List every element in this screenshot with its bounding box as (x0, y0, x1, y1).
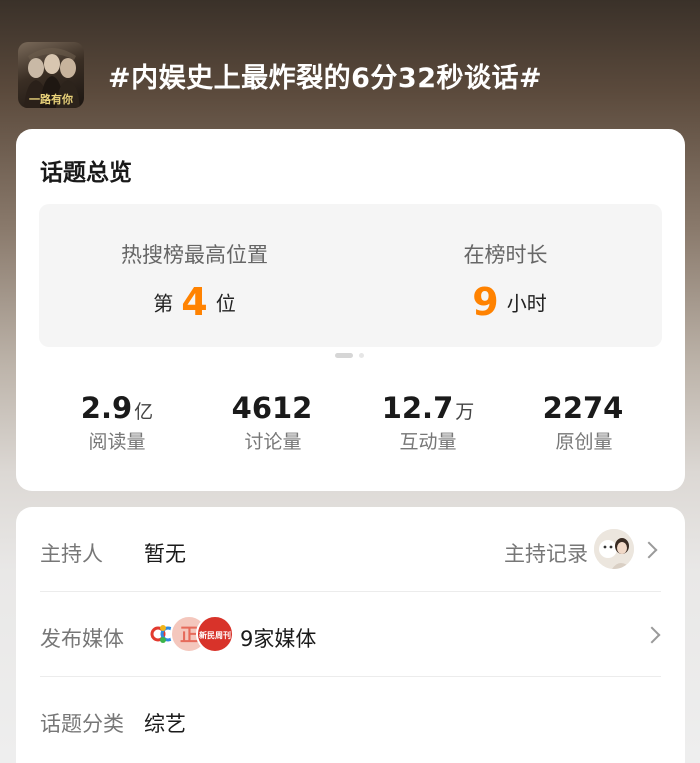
stat-label: 原创量 (555, 431, 613, 453)
duration-on-list: 在榜时长 9 小时 (350, 204, 661, 347)
stat-label: 阅读量 (88, 431, 146, 453)
duration-number: 9 (472, 280, 499, 324)
cover-logo-text: 一路有你 (29, 92, 73, 106)
chevron-right-icon[interactable] (643, 626, 661, 644)
host-value: 暂无 (144, 542, 186, 566)
rank-prefix: 第 (153, 291, 174, 316)
duration-value: 9 小时 (350, 280, 661, 324)
stat-value: 4612 (231, 391, 313, 425)
host-avatar[interactable] (594, 529, 634, 569)
media-logos: 正 新民周刊 (144, 615, 234, 655)
chevron-right-icon[interactable] (640, 541, 658, 559)
stat-unit: 万 (455, 401, 475, 423)
media-logo-3: 新民周刊 (196, 615, 234, 653)
stat-reads: 2.9 亿 阅读量 (39, 391, 195, 454)
topic-cover-image[interactable]: 一路有你 (18, 42, 84, 108)
highest-rank-label: 热搜榜最高位置 (121, 243, 268, 267)
host-record-link[interactable]: 主持记录 (504, 538, 588, 568)
category-label: 话题分类 (40, 712, 124, 736)
media-label: 发布媒体 (40, 627, 124, 651)
details-card: 主持人 暂无 主持记录 发布媒体 9家媒体 正 新民周刊 话题分类 综艺 (16, 507, 685, 763)
category-row: 话题分类 综艺 (16, 677, 685, 762)
overview-card: 话题总览 热搜榜最高位置 第4位 在榜时长 9 小时 2.9 亿 阅读量 4612 … (16, 129, 685, 491)
stats-row: 2.9 亿 阅读量 4612 讨论量 12.7 万 互动量 2274 原创量 (39, 391, 662, 471)
media-logo-3-text: 新民周刊 (199, 630, 231, 640)
highest-rank: 热搜榜最高位置 第4位 (39, 204, 350, 347)
highest-rank-value: 第4位 (39, 280, 350, 324)
media-value: 9家媒体 (240, 627, 317, 651)
overview-title: 话题总览 (40, 160, 132, 186)
rank-summary-box: 热搜榜最高位置 第4位 在榜时长 9 小时 (39, 204, 662, 347)
rank-number: 4 (181, 280, 208, 324)
stat-originals: 2274 原创量 (506, 391, 662, 454)
host-label: 主持人 (40, 542, 103, 566)
duration-label: 在榜时长 (463, 243, 548, 267)
stat-value: 2.9 (80, 391, 133, 425)
stat-label: 讨论量 (244, 431, 302, 453)
media-row[interactable]: 发布媒体 9家媒体 (16, 592, 685, 677)
category-value: 综艺 (144, 712, 186, 736)
host-row[interactable]: 主持人 暂无 主持记录 (16, 507, 685, 592)
stat-unit: 亿 (134, 401, 154, 423)
topic-title: #内娱史上最炸裂的6分32秒谈话# (108, 63, 543, 94)
stat-value: 2274 (542, 391, 624, 425)
rank-suffix: 位 (215, 291, 236, 316)
indicator-dot (359, 353, 364, 358)
indicator-dot-active (335, 353, 353, 358)
stat-value: 12.7 (381, 391, 454, 425)
topic-header: 一路有你 #内娱史上最炸裂的6分32秒谈话# (0, 0, 700, 130)
stat-label: 互动量 (399, 431, 457, 453)
stat-discussions: 4612 讨论量 (195, 391, 351, 454)
duration-suffix: 小时 (506, 291, 547, 316)
stat-interactions: 12.7 万 互动量 (350, 391, 506, 454)
